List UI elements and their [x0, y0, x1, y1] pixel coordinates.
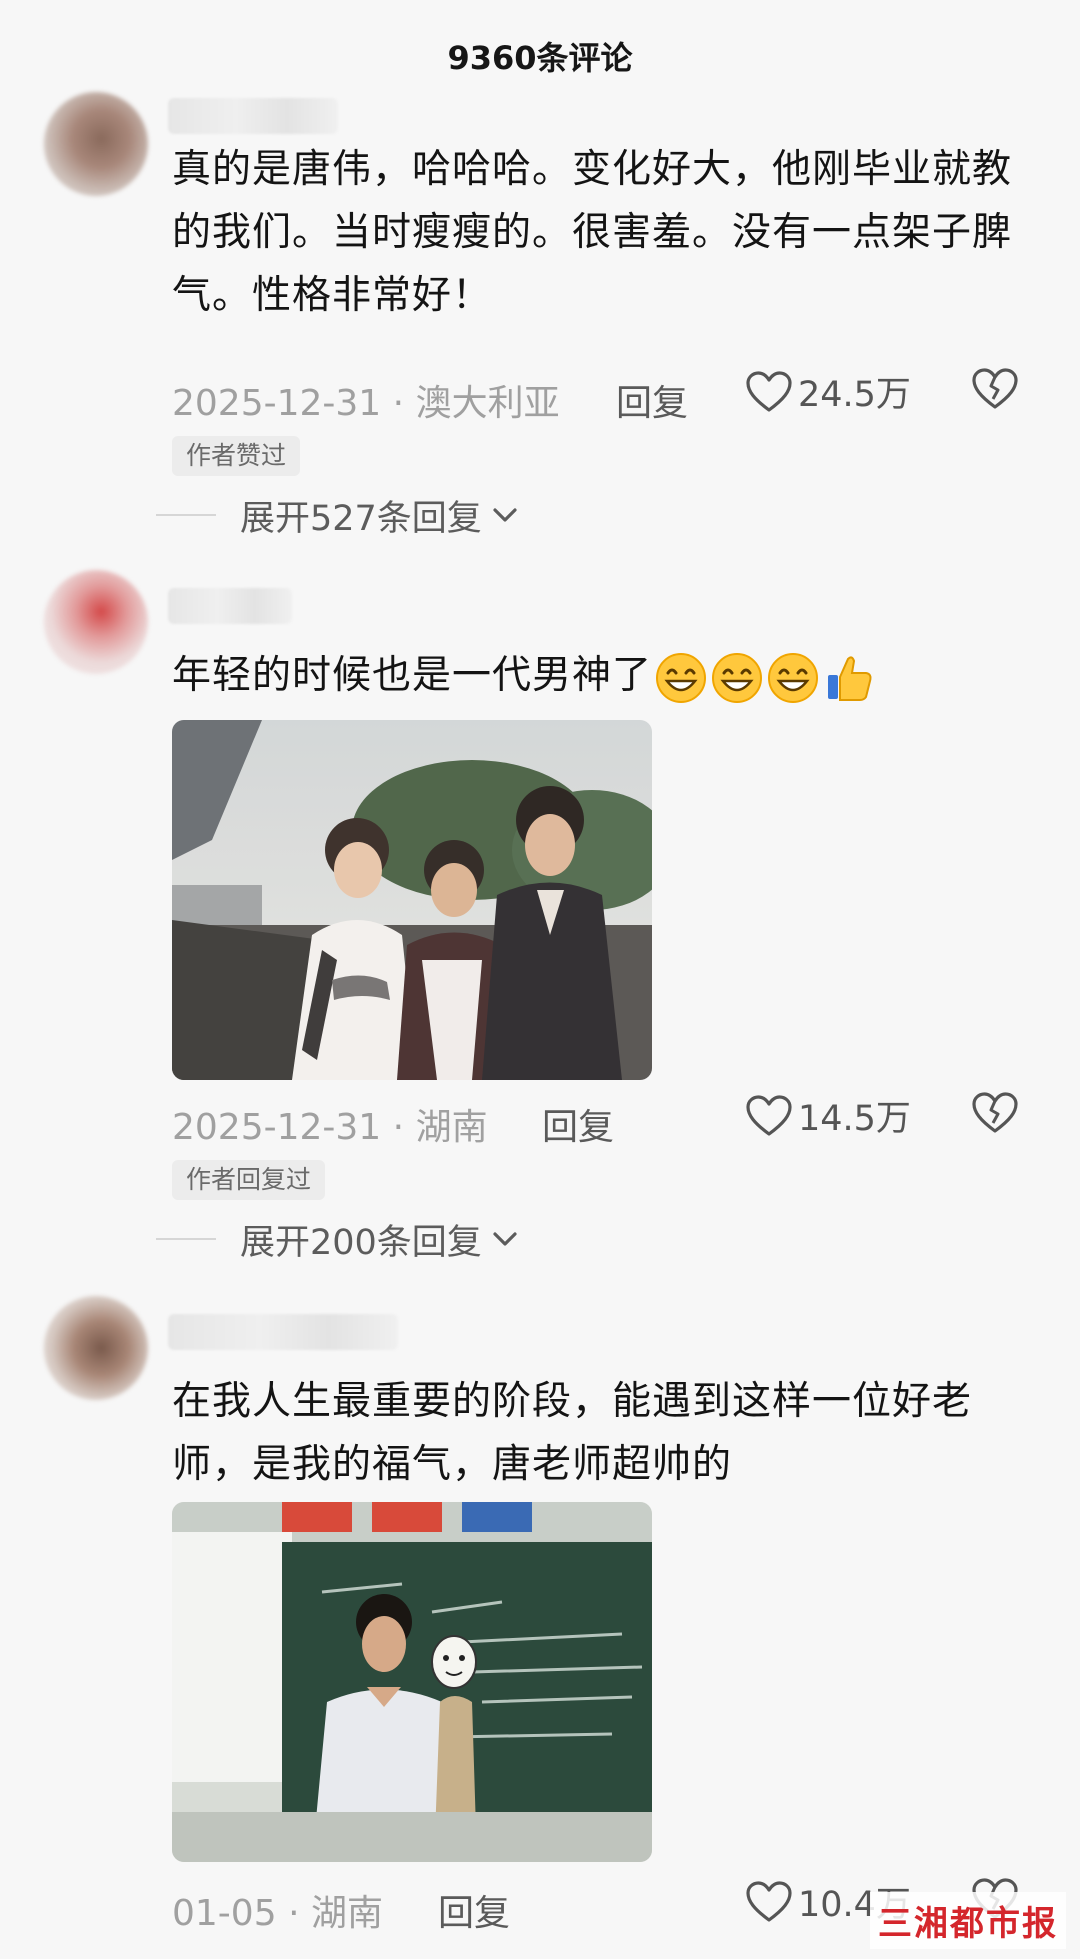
like-button[interactable]: 14.5万: [746, 1090, 911, 1141]
author-replied-tag: 作者回复过: [172, 1160, 326, 1200]
comment-location: 湖南: [415, 1107, 488, 1148]
photo-image: [172, 720, 652, 1080]
dislike-button[interactable]: [972, 1092, 1018, 1143]
grin-icon: [712, 652, 763, 703]
dislike-button[interactable]: [972, 368, 1018, 419]
comment-text: 年轻的时候也是一代男神了: [172, 644, 1042, 707]
reply-button[interactable]: 回复: [616, 374, 688, 426]
comment-text: 在我人生最重要的阶段，能遇到这样一位好老师，是我的福气，唐老师超帅的: [172, 1379, 973, 1487]
comment-date: 2025-12-31: [172, 1107, 382, 1148]
watermark-text: 三湘都市报: [878, 1904, 1058, 1944]
reply-button[interactable]: 回复: [438, 1884, 510, 1936]
heart-icon: [746, 1094, 792, 1136]
heart-icon: [746, 1880, 792, 1922]
grin-icon: [656, 652, 707, 703]
comment-location: 湖南: [310, 1893, 383, 1934]
like-button[interactable]: 24.5万: [746, 366, 911, 417]
username-blurred[interactable]: [168, 1314, 398, 1350]
comment-photo-classroom-balcony[interactable]: [172, 720, 652, 1080]
expand-replies-label: 展开527条回复: [240, 498, 482, 539]
avatar[interactable]: [44, 92, 148, 196]
username-blurred[interactable]: [168, 588, 292, 624]
expand-replies-button[interactable]: 展开200条回复: [156, 1214, 518, 1264]
comment-text: 真的是唐伟，哈哈哈。变化好大，他刚毕业就教的我们。当时瘦瘦的。很害羞。没有一点架…: [172, 147, 1013, 318]
author-liked-tag: 作者赞过: [172, 436, 301, 476]
chevron-down-icon: [493, 1232, 517, 1246]
comment-location: 澳大利亚: [415, 383, 560, 424]
username-blurred[interactable]: [168, 98, 338, 134]
comments-header: 9360条评论: [0, 0, 1080, 112]
expand-replies-button[interactable]: 展开527条回复: [156, 490, 518, 540]
heart-icon: [746, 370, 792, 412]
divider: [156, 514, 216, 516]
expand-replies-label: 展开200条回复: [240, 1222, 482, 1263]
like-count: 14.5万: [798, 1099, 911, 1139]
photo-image: [172, 1502, 652, 1862]
thumbs-up-icon: [828, 655, 872, 701]
emoji-group: [654, 651, 878, 705]
chevron-down-icon: [493, 508, 517, 522]
reply-button[interactable]: 回复: [542, 1098, 614, 1150]
newspaper-logo-watermark: 三湘都市报: [870, 1892, 1066, 1949]
comment-date: 01-05: [172, 1893, 277, 1934]
divider: [156, 1238, 216, 1240]
comment-count-title: 9360条评论: [447, 39, 633, 77]
avatar[interactable]: [44, 570, 148, 674]
comment-meta: 2025-12-31 · 湖南 回复 14.5万: [172, 1090, 1032, 1148]
grin-icon: [768, 652, 819, 703]
comment-date: 2025-12-31: [172, 383, 382, 424]
like-count: 24.5万: [798, 375, 911, 415]
avatar[interactable]: [44, 1296, 148, 1400]
broken-heart-icon: [972, 368, 1018, 409]
comment-photo-classroom-blackboard[interactable]: [172, 1502, 652, 1862]
broken-heart-icon: [972, 1092, 1018, 1133]
comment-meta: 2025-12-31 · 澳大利亚 回复 24.5万: [172, 366, 1032, 424]
